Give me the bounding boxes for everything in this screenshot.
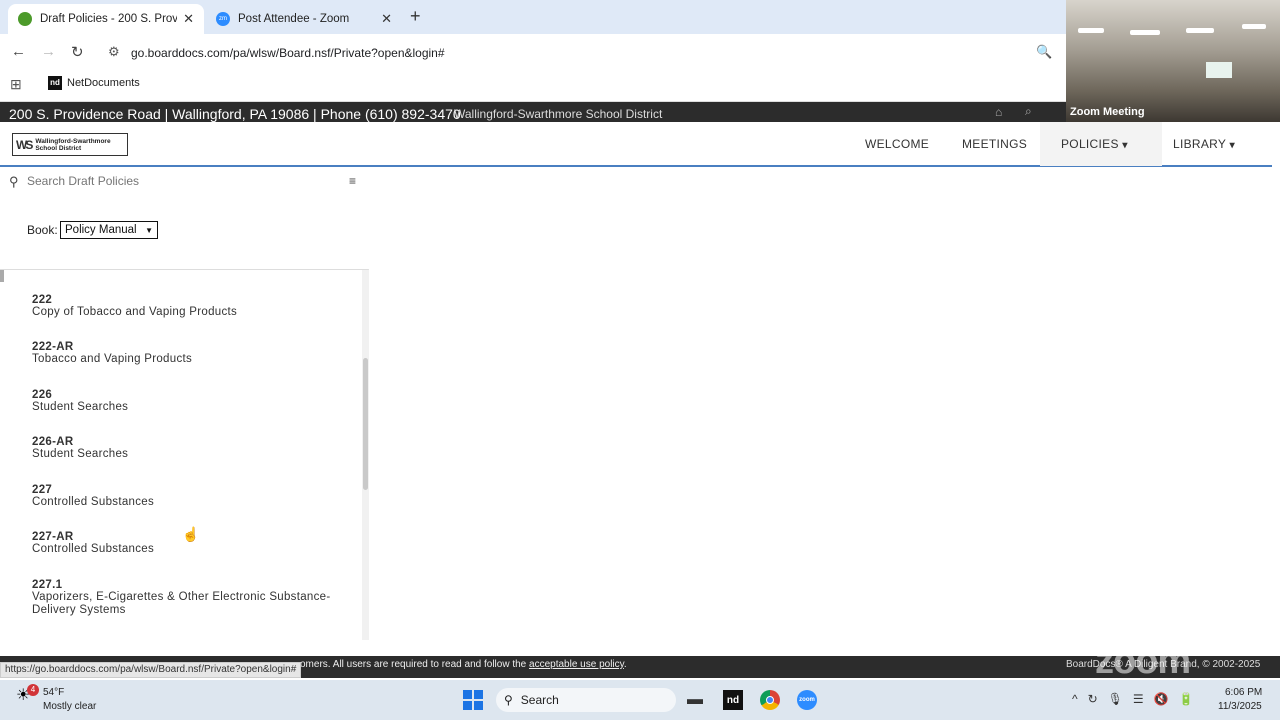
bookmarks-bar — [0, 70, 1066, 102]
search-icon: ⚲ — [9, 174, 19, 189]
list-item[interactable]: 222 Copy of Tobacco and Vaping Products — [32, 294, 237, 319]
policy-number: 226-AR — [32, 436, 74, 448]
system-tray-icons[interactable]: ^↻🎙☰🔇🔋 — [1072, 692, 1204, 706]
policy-number: 227-AR — [32, 531, 74, 543]
policy-number: 226 — [32, 389, 53, 401]
search-icon: ⚲ — [504, 693, 513, 707]
acceptable-use-link[interactable]: acceptable use policy — [529, 659, 624, 670]
netdocuments-taskbar-icon[interactable]: nd — [723, 690, 743, 710]
nav-library-label: LIBRARY — [1173, 137, 1227, 151]
tab-draft-policies[interactable]: Draft Policies - 200 S. Providenc ✕ — [8, 4, 204, 34]
tab-title: Draft Policies - 200 S. Providenc — [40, 13, 178, 25]
list-edge-marker — [0, 270, 4, 282]
weather-condition: Mostly clear — [43, 701, 97, 712]
policy-number: 222-AR — [32, 341, 74, 353]
bookmark-netdocuments[interactable]: NetDocuments — [67, 77, 140, 89]
list-item[interactable]: 226-AR Student Searches — [32, 436, 128, 461]
list-item[interactable]: 222-AR Tobacco and Vaping Products — [32, 341, 192, 366]
file-explorer-icon[interactable]: ▬ — [685, 690, 705, 710]
chevron-down-icon: ▾ — [1229, 140, 1235, 151]
netdocuments-icon: nd — [48, 76, 62, 90]
logo-text: Wallingford-Swarthmore School District — [35, 137, 111, 152]
district-name: Wallingford-Swarthmore School District — [454, 107, 663, 121]
close-tab-icon[interactable]: ✕ — [381, 11, 392, 27]
clock-date: 11/3/2025 — [1218, 701, 1262, 712]
list-scrollbar-thumb[interactable] — [363, 358, 368, 490]
zoom-app-icon[interactable]: zoom — [797, 690, 817, 710]
forward-icon[interactable]: → — [41, 43, 56, 60]
policy-title: Student Searches — [32, 448, 129, 460]
nav-policies[interactable]: POLICIES ▾ — [1061, 137, 1128, 151]
list-item[interactable]: 227.1 Vaporizers, E-Cigarettes & Other E… — [32, 579, 347, 617]
book-select[interactable]: Policy Manual ▼ — [60, 221, 158, 239]
site-info-icon[interactable]: ⚙ — [108, 44, 120, 60]
menu-icon[interactable]: ≡ — [349, 174, 356, 188]
district-logo[interactable]: WS Wallingford-Swarthmore School Distric… — [12, 133, 128, 156]
weather-badge: 4 — [27, 684, 39, 696]
hand-cursor-icon: ☝ — [182, 526, 200, 542]
zoom-watermark: zoom — [1095, 640, 1191, 682]
footer-notice: omers. All users are required to read an… — [300, 659, 627, 670]
site-address: 200 S. Providence Road | Wallingford, PA… — [9, 106, 461, 122]
new-tab-icon[interactable]: + — [410, 6, 421, 27]
zoom-favicon-icon: zm — [216, 12, 230, 26]
policy-title: Controlled Substances — [32, 543, 155, 555]
nav-library[interactable]: LIBRARY ▾ — [1173, 137, 1235, 151]
apps-grid-icon[interactable]: ⊞ — [10, 76, 22, 93]
tab-title: Post Attendee - Zoom — [238, 13, 350, 25]
back-icon[interactable]: ← — [11, 43, 26, 60]
clock-time: 6:06 PM — [1225, 687, 1263, 698]
home-icon[interactable]: ⌂ — [995, 105, 1002, 119]
close-tab-icon[interactable]: ✕ — [183, 11, 194, 27]
zoom-video-feed[interactable] — [1066, 0, 1280, 122]
tree-favicon-icon — [18, 12, 32, 26]
search-draft-policies-input[interactable] — [27, 174, 327, 188]
status-url: https://go.boarddocs.com/pa/wlsw/Board.n… — [0, 662, 302, 678]
footer-notice-text: omers. All users are required to read an… — [300, 659, 527, 670]
temperature: 54°F — [43, 687, 65, 698]
policy-title: Copy of Tobacco and Vaping Products — [32, 306, 238, 318]
site-search-icon[interactable]: ⌕ — [1025, 104, 1032, 119]
reload-icon[interactable]: ↻ — [71, 43, 84, 61]
caret-down-icon: ▼ — [145, 225, 153, 235]
taskbar-search-label: Search — [520, 693, 559, 707]
nav-policies-label: POLICIES — [1061, 137, 1119, 151]
policy-title: Tobacco and Vaping Products — [32, 353, 193, 365]
list-item[interactable]: 227-AR Controlled Substances — [32, 531, 154, 556]
policy-number: 222 — [32, 294, 53, 306]
taskbar-search[interactable]: ⚲ Search — [496, 688, 676, 712]
nav-meetings[interactable]: MEETINGS — [962, 137, 1027, 151]
windows-start-icon[interactable] — [463, 690, 483, 710]
policy-number: 227.1 — [32, 579, 63, 591]
policy-title: Student Searches — [32, 401, 129, 413]
book-label: Book: — [27, 223, 58, 237]
list-item[interactable]: 226 Student Searches — [32, 389, 128, 414]
list-item[interactable]: 227 Controlled Substances — [32, 484, 154, 509]
nav-welcome[interactable]: WELCOME — [865, 137, 929, 151]
url-text[interactable]: go.boarddocs.com/pa/wlsw/Board.nsf/Priva… — [131, 46, 445, 60]
zoom-magnifier-icon[interactable]: 🔍 — [1036, 44, 1052, 60]
chrome-icon[interactable] — [760, 690, 780, 710]
policy-title: Vaporizers, E-Cigarettes & Other Electro… — [32, 591, 331, 616]
logo-mark-icon: WS — [16, 137, 33, 152]
book-select-value: Policy Manual — [65, 224, 137, 236]
policy-title: Controlled Substances — [32, 496, 155, 508]
tab-zoom[interactable]: zm Post Attendee - Zoom ✕ — [206, 4, 402, 34]
policy-number: 227 — [32, 484, 53, 496]
chevron-down-icon: ▾ — [1122, 140, 1128, 151]
zoom-meeting-label: Zoom Meeting — [1070, 106, 1145, 118]
